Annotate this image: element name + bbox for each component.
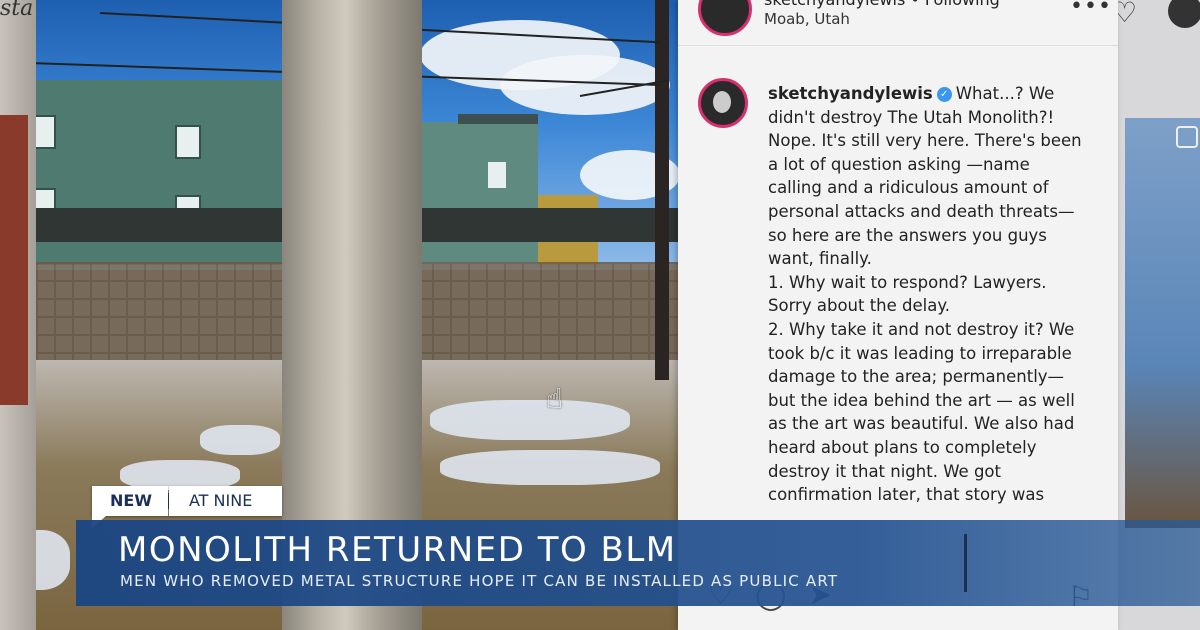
caption-line: heard about plans to completely	[768, 437, 1037, 457]
caption-line: Nope. It's still very here. There's been	[768, 131, 1082, 151]
caption-line: 1. Why wait to respond? Lawyers.	[768, 272, 1047, 292]
verified-badge-icon: ✓	[936, 87, 952, 102]
caption-line: personal attacks and death threats—	[768, 201, 1075, 221]
caption-line: What...? We	[955, 84, 1055, 103]
post-location[interactable]: Moab, Utah	[764, 10, 850, 28]
caption-line: took b/c it was leading to irreparable	[768, 343, 1072, 363]
window	[488, 162, 506, 188]
caption-line: Sorry about the delay.	[768, 296, 951, 316]
caption-line: destroy it that night. We got	[768, 461, 1001, 481]
more-dots-icon[interactable]: •••	[1070, 0, 1112, 19]
caption-line: as the art was beautiful. We also had	[768, 414, 1075, 434]
caption-line: 2. Why take it and not destroy it? We	[768, 319, 1075, 339]
caption-line: calling and a ridiculous amount of	[768, 178, 1049, 198]
post-caption: sketchyandylewis ✓ What...? We didn't dest…	[768, 82, 1108, 507]
banner-divider	[964, 534, 967, 592]
left-logo-text: sta	[0, 0, 34, 21]
snow-patch	[200, 425, 280, 455]
snow-patch	[430, 400, 630, 440]
left-edge-panel	[0, 0, 36, 630]
tag-new: NEW	[92, 486, 168, 516]
caption-line: didn't destroy The Utah Monolith?!	[768, 107, 1055, 127]
right-thumbnail	[1125, 118, 1200, 528]
caption-line: but the idea behind the art — as well	[768, 390, 1075, 410]
headline: MONOLITH RETURNED TO BLM	[118, 530, 677, 570]
divider	[678, 45, 1118, 46]
utility-pole	[655, 0, 669, 380]
snow-patch	[440, 450, 660, 485]
header-username[interactable]: sketchyandylewis • Following	[764, 0, 1000, 9]
subheadline: MEN WHO REMOVED METAL STRUCTURE HOPE IT …	[120, 572, 839, 590]
lower-third-banner: MONOLITH RETURNED TO BLM MEN WHO REMOVED…	[76, 520, 1200, 606]
roof	[458, 114, 538, 124]
caption-line: so here are the answers you guys	[768, 225, 1047, 245]
multi-image-icon	[1176, 126, 1198, 148]
red-stripe	[0, 115, 28, 405]
news-tag: NEW AT NINE	[92, 486, 283, 516]
caption-line: want, finally.	[768, 249, 872, 269]
caption-username[interactable]: sketchyandylewis	[768, 84, 933, 103]
tag-show-name: AT NINE	[168, 486, 283, 516]
window	[175, 125, 201, 159]
caption-line: a lot of question asking —name	[768, 154, 1030, 174]
header-avatar[interactable]	[698, 0, 752, 36]
hand-cursor-icon: ☝	[546, 382, 564, 415]
video-frame: sta ☝ ♡ sketchyandylewis • Following Moa…	[0, 0, 1200, 630]
caption-line: damage to the area; permanently—	[768, 367, 1065, 387]
caption-line: confirmation later, that story was	[768, 485, 1045, 505]
caption-avatar[interactable]	[698, 78, 748, 128]
